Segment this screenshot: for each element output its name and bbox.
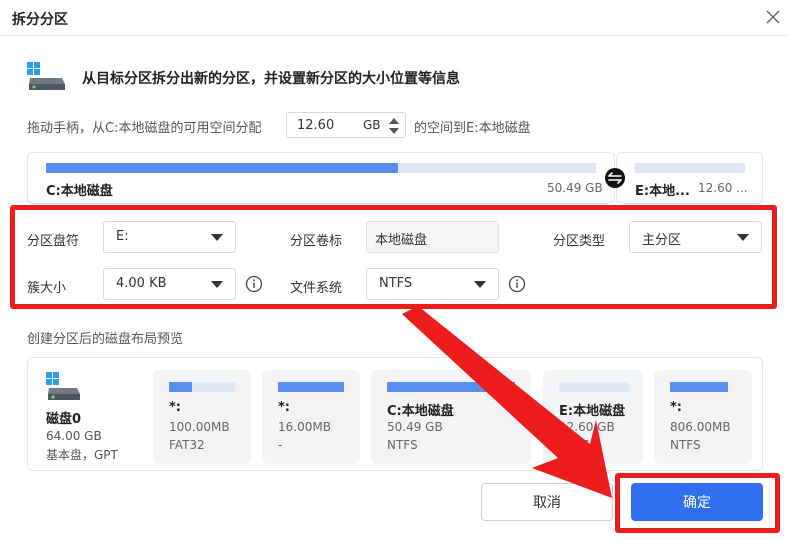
new-partition-size: 12.60 ... [698, 181, 748, 195]
size-suffix-text: 的空间到E:本地磁盘 [414, 121, 531, 136]
chevron-down-icon [737, 234, 749, 241]
partition-card[interactable]: *: 806.00MB NTFS [654, 370, 752, 464]
ok-button[interactable]: 确定 [631, 483, 763, 521]
source-usage-track [46, 163, 596, 173]
partition-usage-fill [169, 382, 193, 392]
cluster-size-value: 4.00 KB [116, 276, 167, 291]
partition-fs: NTFS [387, 438, 418, 452]
chevron-down-icon [211, 234, 223, 241]
partition-usage-fill [670, 382, 728, 392]
windows-disk-icon [27, 62, 65, 90]
close-icon[interactable] [762, 6, 784, 28]
size-prefix-text: 拖动手柄，从C:本地磁盘的可用空间分配 [27, 121, 262, 136]
partition-usage-track [670, 382, 728, 392]
partition-type-label: 分区类型 [553, 234, 606, 249]
partition-card[interactable]: *: 16.00MB - [262, 370, 360, 464]
dialog-heading: 从目标分区拆分出新的分区，并设置新分区的大小位置等信息 [82, 71, 460, 87]
partition-card[interactable]: C:本地磁盘 50.49 GB NTFS [371, 370, 531, 464]
partition-fs: NTFS [559, 438, 590, 452]
volume-label-input[interactable]: 本地磁盘 [366, 221, 499, 253]
partition-fs: - [278, 438, 283, 452]
partition-name: *: [278, 400, 290, 415]
partition-usage-track [559, 382, 629, 392]
drive-letter-label: 分区盘符 [27, 234, 80, 249]
volume-label-value: 本地磁盘 [375, 233, 428, 248]
info-icon[interactable] [508, 275, 526, 293]
partition-card[interactable]: *: 100.00MB FAT32 [153, 370, 251, 464]
file-system-select[interactable]: NTFS [366, 268, 499, 300]
chevron-down-icon [211, 281, 223, 288]
partition-size: 100.00MB [169, 420, 230, 434]
partition-size: 16.00MB [278, 420, 331, 434]
new-partition-name: E:本地... [635, 184, 690, 199]
split-size-unit: GB [363, 118, 381, 132]
volume-label-label: 分区卷标 [290, 234, 343, 249]
info-icon[interactable] [245, 275, 263, 293]
disk-size: 64.00 GB [46, 429, 102, 443]
source-partition-size: 50.49 GB [547, 181, 603, 195]
split-size-input[interactable]: 12.60 GB [286, 112, 406, 138]
partition-type-select[interactable]: 主分区 [629, 221, 762, 253]
partition-usage-track [169, 382, 235, 392]
title-bar: 拆分分区 [0, 0, 788, 36]
source-partition-bar[interactable]: C:本地磁盘 50.49 GB [27, 152, 615, 204]
partition-name: E:本地磁盘 [559, 404, 626, 419]
disk-layout-preview: 磁盘0 64.00 GB 基本盘，GPT *: 100.00MB FAT32 *… [27, 357, 763, 471]
partition-usage-track [278, 382, 344, 392]
partition-name: *: [169, 400, 181, 415]
drive-letter-value: E: [116, 229, 129, 244]
partition-card[interactable]: E:本地磁盘 12.60 GB NTFS [543, 370, 643, 464]
windows-disk-icon [46, 372, 80, 400]
preview-label: 创建分区后的磁盘布局预览 [27, 332, 184, 347]
partition-type-value: 主分区 [642, 233, 682, 248]
partition-size: 50.49 GB [387, 420, 443, 434]
file-system-value: NTFS [379, 276, 413, 291]
cancel-button[interactable]: 取消 [481, 483, 613, 521]
partition-size: 806.00MB [670, 420, 731, 434]
cluster-size-label: 簇大小 [27, 281, 67, 296]
disk-name: 磁盘0 [46, 412, 82, 427]
new-usage-track [635, 163, 745, 173]
partition-fs: NTFS [670, 438, 701, 452]
swap-arrows-icon[interactable] [604, 167, 626, 189]
spin-arrows-icon[interactable] [387, 116, 401, 136]
source-partition-name: C:本地磁盘 [46, 184, 113, 199]
window-title: 拆分分区 [12, 12, 68, 28]
partition-usage-track [387, 382, 515, 392]
split-size-value: 12.60 [297, 118, 335, 133]
partition-size: 12.60 GB [559, 420, 615, 434]
partition-name: *: [670, 400, 682, 415]
disk-type: 基本盘，GPT [46, 448, 118, 462]
partition-fs: FAT32 [169, 438, 205, 452]
cluster-size-select[interactable]: 4.00 KB [103, 268, 236, 300]
partition-usage-fill [278, 382, 344, 392]
partition-name: C:本地磁盘 [387, 404, 454, 419]
chevron-down-icon [474, 281, 486, 288]
drive-letter-select[interactable]: E: [103, 221, 236, 253]
file-system-label: 文件系统 [290, 281, 343, 296]
new-partition-bar[interactable]: E:本地... 12.60 ... [616, 152, 763, 204]
source-usage-fill [46, 163, 398, 173]
partition-usage-fill [387, 382, 515, 392]
